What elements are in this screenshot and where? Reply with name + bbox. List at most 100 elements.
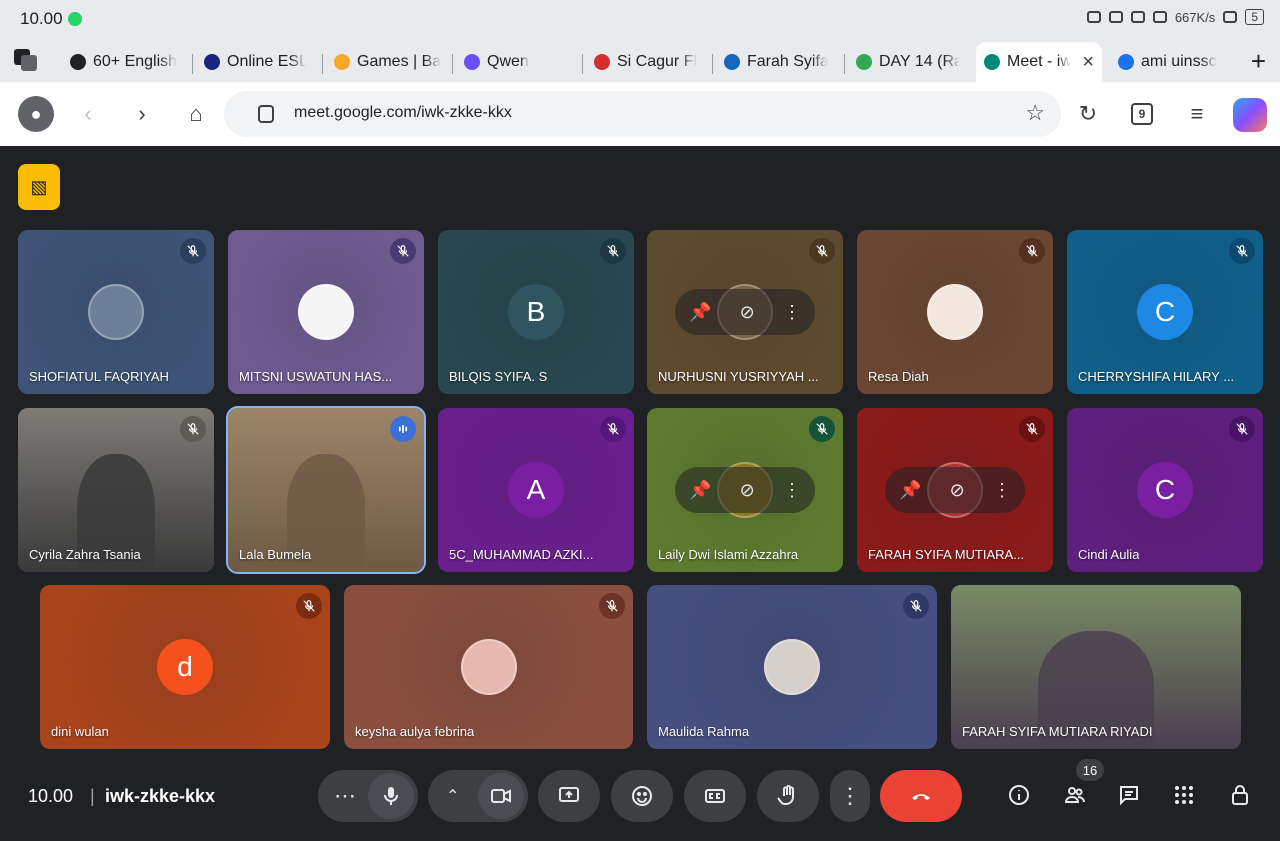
back-arrow-icon[interactable]: ‹ bbox=[70, 96, 106, 132]
browser-tab[interactable]: Qwen bbox=[464, 44, 574, 80]
participant-avatar bbox=[460, 639, 517, 695]
people-count-badge: 16 bbox=[1076, 759, 1104, 781]
participant-tile[interactable]: C Cindi Aulia bbox=[1067, 408, 1263, 572]
tile-hover-controls: 📌 ⊘ ⋮ bbox=[885, 467, 1025, 513]
home-icon[interactable]: ⌂ bbox=[178, 96, 214, 132]
participant-avatar: B bbox=[508, 284, 564, 340]
participant-avatar: C bbox=[1137, 284, 1193, 340]
browser-tab[interactable]: 60+ English bbox=[70, 44, 178, 80]
browser-tab[interactable]: DAY 14 (Ra bbox=[856, 44, 960, 80]
participant-tile[interactable]: MITSNI USWATUN HAS... bbox=[228, 230, 424, 394]
profile-avatar-icon[interactable]: ● bbox=[18, 96, 54, 132]
chevron-up-icon[interactable]: ⌃ bbox=[446, 786, 459, 806]
pin-icon[interactable]: 📌 bbox=[689, 480, 711, 501]
more-options-icon[interactable]: ⋮ bbox=[783, 302, 801, 323]
address-bar[interactable]: meet.google.com/iwk-zkke-kkx ☆ bbox=[224, 91, 1061, 137]
people-button[interactable] bbox=[1060, 780, 1090, 810]
pin-icon[interactable]: 📌 bbox=[899, 480, 921, 501]
raise-hand-button[interactable] bbox=[757, 770, 819, 822]
participant-name: Laily Dwi Islami Azzahra bbox=[658, 547, 799, 562]
captions-button[interactable] bbox=[684, 770, 746, 822]
site-info-icon[interactable] bbox=[258, 105, 274, 123]
mute-participant-icon[interactable]: ⊘ bbox=[740, 480, 755, 501]
mic-off-icon bbox=[809, 238, 835, 264]
nfc-icon bbox=[1086, 11, 1101, 23]
participant-avatar bbox=[764, 639, 820, 695]
tab-close-icon[interactable]: × bbox=[1082, 51, 1094, 74]
meeting-clock: 10.00 bbox=[28, 786, 74, 806]
leave-call-button[interactable] bbox=[880, 770, 962, 822]
participant-tile[interactable]: keysha aulya febrina bbox=[344, 585, 633, 749]
mute-participant-icon[interactable]: ⊘ bbox=[950, 480, 965, 501]
more-options-button[interactable]: ⋮ bbox=[830, 770, 870, 822]
browser-tab[interactable]: Games | Ba bbox=[334, 44, 444, 80]
no-camera-icon[interactable]: ▧ bbox=[18, 164, 60, 210]
chat-icon bbox=[1120, 786, 1138, 806]
more-options-icon[interactable]: ⋯ bbox=[334, 783, 356, 809]
forward-arrow-icon[interactable]: › bbox=[124, 96, 160, 132]
participant-name: Cindi Aulia bbox=[1078, 547, 1140, 562]
network-speed: 667K/s bbox=[1174, 9, 1216, 25]
tile-hover-controls: 📌 ⊘ ⋮ bbox=[675, 289, 815, 335]
chat-button[interactable] bbox=[1114, 780, 1144, 810]
participant-tile[interactable]: Maulida Rahma bbox=[647, 585, 937, 749]
mic-button[interactable]: ⋯ bbox=[318, 770, 418, 822]
mic-off-icon bbox=[903, 593, 929, 619]
participant-name: NURHUSNI YUSRIYYAH ... bbox=[658, 369, 819, 384]
tab-switcher-icon[interactable] bbox=[14, 49, 38, 71]
bookmark-star-icon[interactable]: ☆ bbox=[1025, 100, 1045, 126]
participant-tile[interactable]: Cyrila Zahra Tsania bbox=[18, 408, 214, 572]
reload-icon[interactable]: ↻ bbox=[1070, 96, 1106, 132]
participant-tile[interactable]: Lala Bumela bbox=[226, 406, 426, 574]
participant-avatar: A bbox=[508, 462, 564, 518]
browser-tab[interactable]: Farah Syifa bbox=[724, 44, 828, 80]
host-controls-button[interactable] bbox=[1225, 780, 1255, 810]
meeting-details-button[interactable] bbox=[1004, 780, 1034, 810]
mute-participant-icon[interactable]: ⊘ bbox=[740, 302, 755, 323]
new-tab-button[interactable]: + bbox=[1251, 46, 1266, 77]
tab-label: Si Cagur Fl bbox=[617, 53, 698, 70]
apps-grid-icon bbox=[1175, 786, 1193, 804]
tab-favicon-icon bbox=[724, 54, 740, 70]
mic-off-icon bbox=[809, 416, 835, 442]
participant-name: Resa Diah bbox=[868, 369, 929, 384]
mic-off-icon bbox=[1229, 416, 1255, 442]
browser-tab[interactable]: Online ESL bbox=[204, 44, 306, 80]
participant-tile[interactable]: 📌 ⊘ ⋮ FARAH SYIFA MUTIARA... bbox=[857, 408, 1053, 572]
tab-separator bbox=[452, 54, 453, 74]
microphone-icon[interactable] bbox=[368, 773, 414, 819]
tab-count-button[interactable]: 9 bbox=[1124, 96, 1160, 132]
copilot-icon[interactable] bbox=[1232, 97, 1268, 133]
lock-person-icon bbox=[1232, 785, 1248, 805]
browser-tab[interactable]: Si Cagur Fl bbox=[594, 44, 698, 80]
more-options-icon[interactable]: ⋮ bbox=[993, 480, 1011, 501]
more-options-icon[interactable]: ⋮ bbox=[783, 480, 801, 501]
browser-tab[interactable]: ami uinssc bbox=[1118, 44, 1218, 80]
meeting-code: iwk-zkke-kkx bbox=[105, 786, 216, 806]
reactions-button[interactable] bbox=[611, 770, 673, 822]
present-screen-button[interactable] bbox=[538, 770, 600, 822]
tab-separator bbox=[192, 54, 193, 74]
participant-name: SHOFIATUL FAQRIYAH bbox=[29, 369, 169, 384]
camera-button[interactable]: ⌃ bbox=[428, 770, 528, 822]
participant-tile[interactable]: B BILQIS SYIFA. S bbox=[438, 230, 634, 394]
participant-name: CHERRYSHIFA HILARY ... bbox=[1078, 369, 1235, 384]
activities-button[interactable] bbox=[1169, 780, 1199, 810]
video-camera-icon[interactable] bbox=[478, 773, 524, 819]
pin-icon[interactable]: 📌 bbox=[689, 302, 711, 323]
tab-favicon-icon bbox=[70, 54, 86, 70]
tab-label: Farah Syifa bbox=[747, 53, 828, 70]
participant-tile[interactable]: d dini wulan bbox=[40, 585, 330, 749]
menu-icon[interactable]: ≡ bbox=[1179, 96, 1215, 132]
participant-tile[interactable]: C CHERRYSHIFA HILARY ... bbox=[1067, 230, 1263, 394]
participant-tile[interactable]: A 5C_MUHAMMAD AZKI... bbox=[438, 408, 634, 572]
participant-avatar: C bbox=[1137, 462, 1193, 518]
participant-tile[interactable]: 📌 ⊘ ⋮ NURHUSNI YUSRIYYAH ... bbox=[647, 230, 843, 394]
participant-tile[interactable]: 📌 ⊘ ⋮ Laily Dwi Islami Azzahra bbox=[647, 408, 843, 572]
participant-tile[interactable]: SHOFIATUL FAQRIYAH bbox=[18, 230, 214, 394]
browser-tab[interactable]: Meet - iw × bbox=[976, 42, 1102, 82]
participant-tile[interactable]: Resa Diah bbox=[857, 230, 1053, 394]
participant-name: 5C_MUHAMMAD AZKI... bbox=[449, 547, 594, 562]
url-text[interactable]: meet.google.com/iwk-zkke-kkx bbox=[294, 104, 512, 122]
participant-tile[interactable]: FARAH SYIFA MUTIARA RIYADI bbox=[951, 585, 1241, 749]
